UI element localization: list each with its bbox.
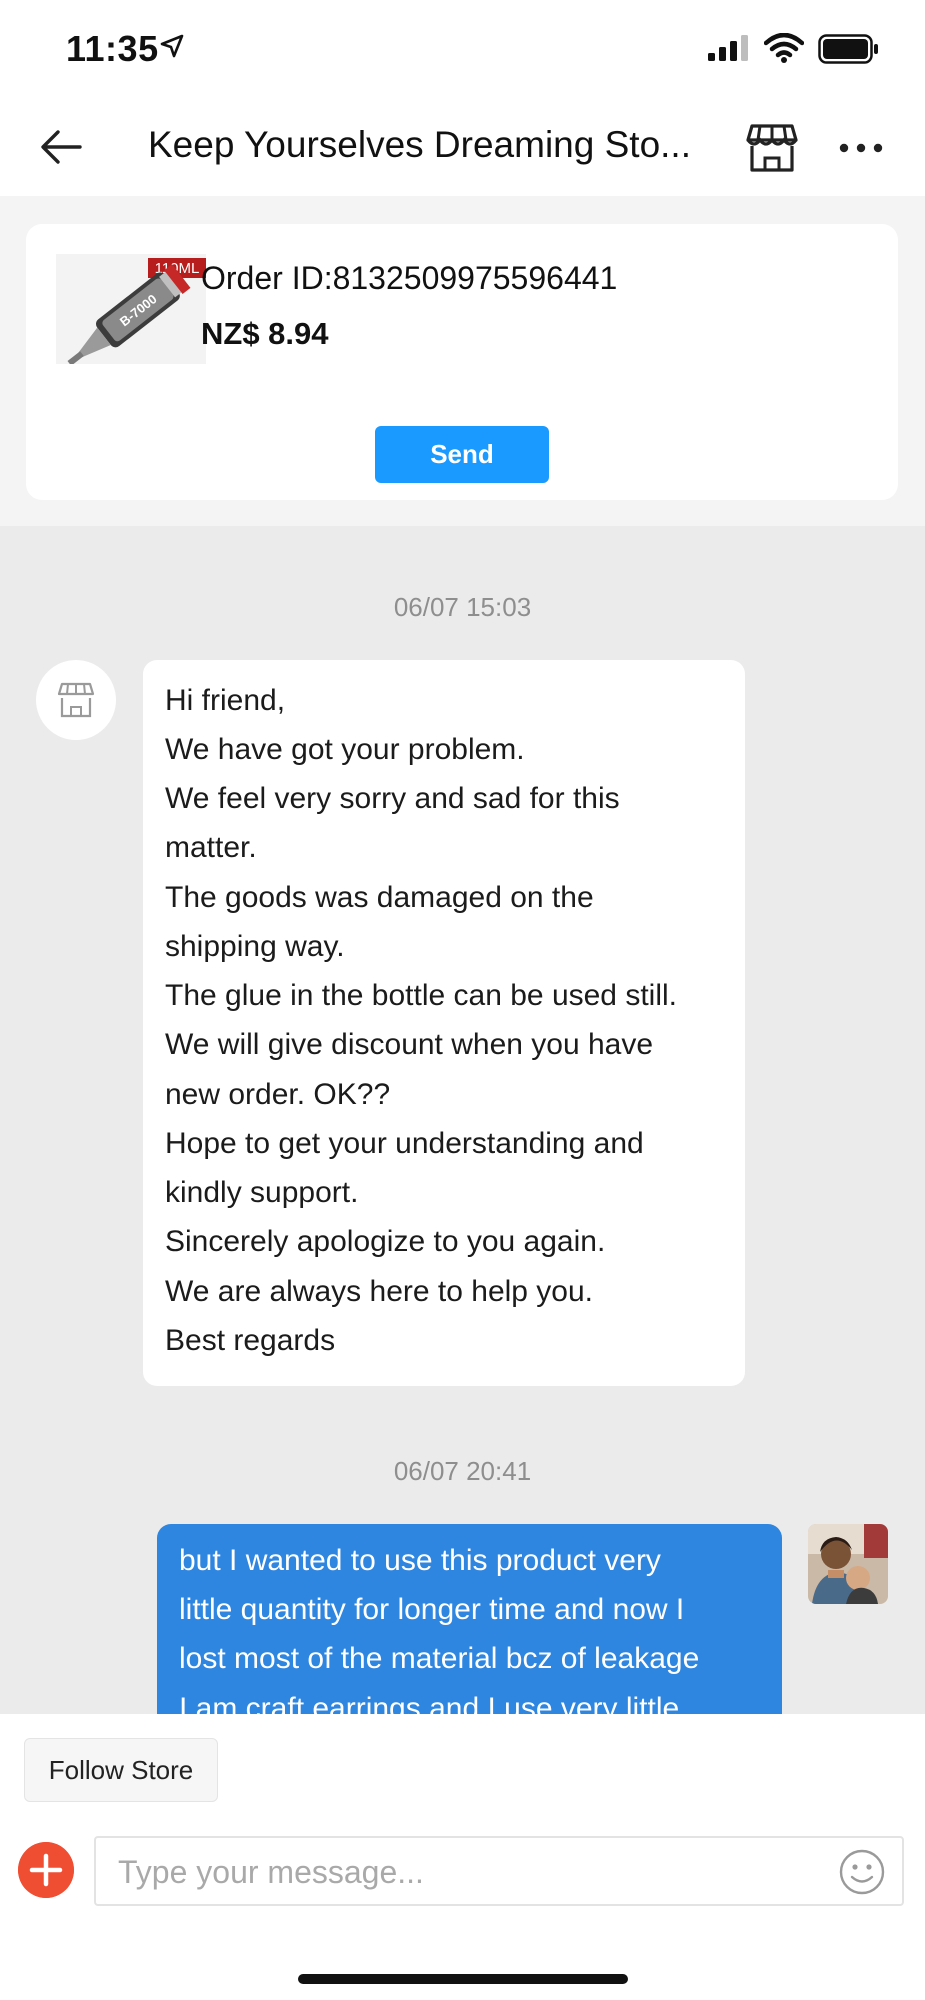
follow-store-button[interactable]: Follow Store: [24, 1738, 218, 1802]
status-bar: 11:35: [0, 0, 925, 100]
chat-timestamp: 06/07 15:03: [393, 592, 532, 622]
wifi-icon: [764, 33, 804, 63]
message-line: We will give discount when you have: [165, 1028, 654, 1061]
emoji-icon[interactable]: [838, 1848, 886, 1896]
message-input[interactable]: Type your message...: [94, 1836, 904, 1906]
home-indicator: [298, 1974, 628, 1984]
message-line: shipping way.: [165, 930, 345, 963]
message-line: kindly support.: [165, 1176, 359, 1209]
message-line: lost most of the material bcz of leakage: [179, 1642, 700, 1675]
store-icon: [57, 682, 95, 718]
store-icon[interactable]: [744, 120, 800, 176]
store-message-bubble: Hi friend, We have got your problem. We …: [143, 660, 745, 1386]
message-line: We are always here to help you.: [165, 1275, 594, 1308]
signal-icon: [708, 35, 748, 61]
message-line: We have got your problem.: [165, 733, 525, 766]
user-photo: [808, 1524, 888, 1604]
order-price: NZ$ 8.94: [201, 316, 329, 351]
status-time: 11:35: [66, 28, 159, 69]
message-line: matter.: [165, 831, 257, 864]
user-message-bubble: but I wanted to use this product very li…: [157, 1524, 782, 1714]
message-line: Sincerely apologize to you again.: [165, 1225, 606, 1258]
message-line: new order. OK??: [165, 1078, 391, 1111]
location-arrow-icon: [160, 34, 184, 58]
message-line: The goods was damaged on the: [165, 881, 594, 914]
message-line: Best regards: [165, 1324, 336, 1357]
compose-area: Follow Store Type your message...: [0, 1714, 925, 2000]
battery-icon: [818, 34, 878, 64]
plus-icon[interactable]: [18, 1842, 74, 1898]
order-section: 110ML B-7000 Order ID:8132509975596441 N…: [0, 196, 925, 526]
back-arrow-icon[interactable]: [36, 122, 86, 172]
message-line: Hi friend,: [165, 684, 286, 717]
order-card[interactable]: 110ML B-7000 Order ID:8132509975596441 N…: [26, 224, 898, 500]
message-line: little quantity for longer time and now …: [179, 1593, 685, 1626]
message-line: but I wanted to use this product very: [179, 1544, 661, 1577]
message-line: The glue in the bottle can be used still…: [165, 979, 677, 1012]
chat-header: Keep Yourselves Dreaming Sto...: [0, 100, 925, 196]
user-avatar[interactable]: [808, 1524, 888, 1604]
order-id: Order ID:8132509975596441: [201, 260, 618, 296]
message-placeholder: Type your message...: [118, 1854, 424, 1890]
store-avatar[interactable]: [36, 660, 116, 740]
more-icon[interactable]: [836, 128, 886, 168]
page-title: Keep Yourselves Dreaming Sto...: [148, 124, 691, 165]
message-line: Hope to get your understanding and: [165, 1127, 644, 1160]
message-line: I am craft earrings and I use very littl…: [179, 1692, 680, 1714]
send-order-button[interactable]: Send: [375, 426, 549, 483]
product-image[interactable]: 110ML B-7000: [56, 254, 206, 364]
message-line: We feel very sorry and sad for this: [165, 782, 620, 815]
chat-timestamp: 06/07 20:41: [393, 1456, 532, 1486]
